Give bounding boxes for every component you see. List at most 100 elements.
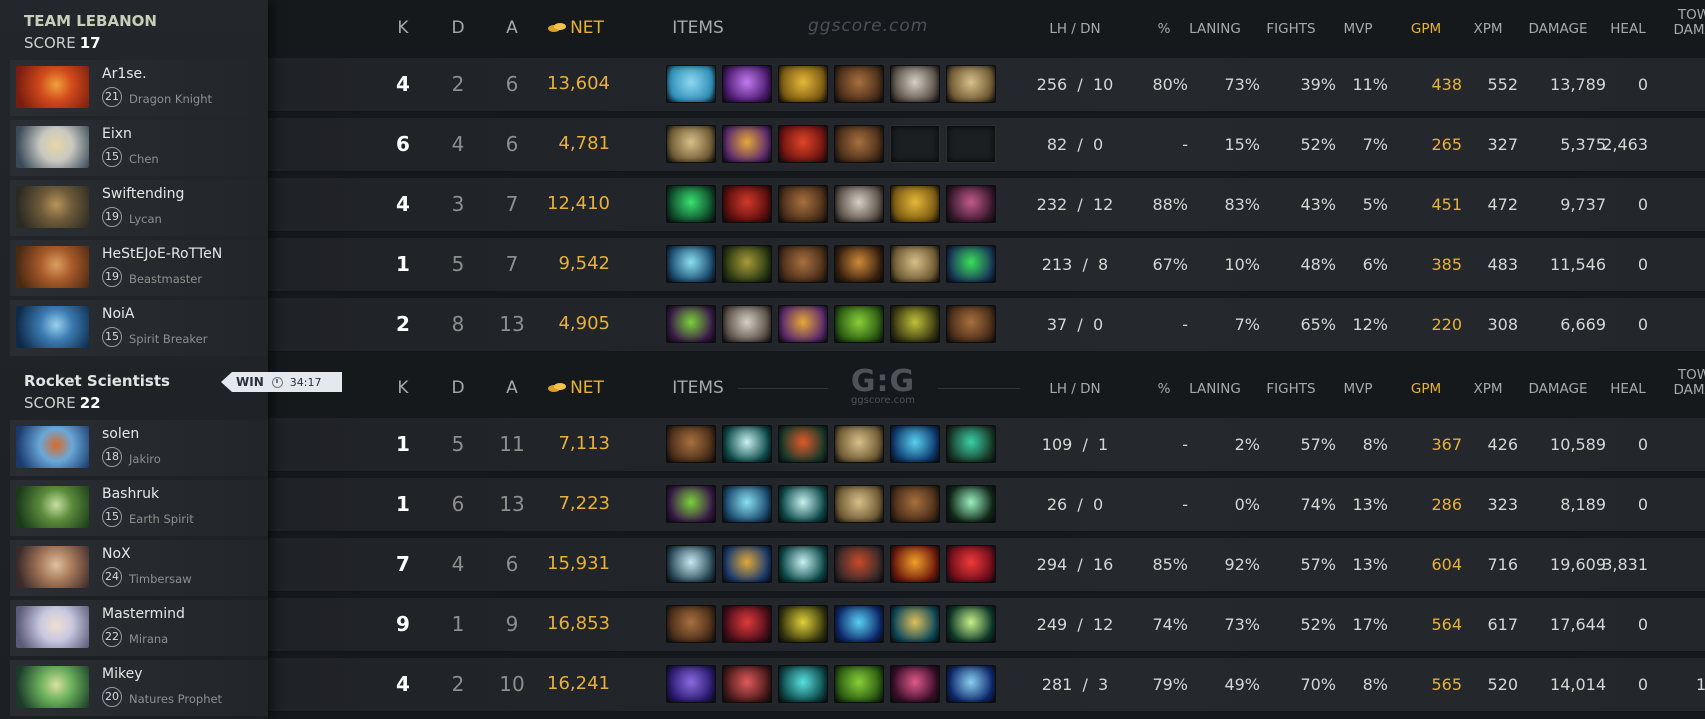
item-icon[interactable] — [834, 665, 884, 703]
player-card[interactable]: solen 18 Jakiro — [10, 420, 268, 476]
tower-damage: 1,598 — [1646, 255, 1705, 274]
item-icon[interactable] — [890, 545, 940, 583]
item-icon[interactable] — [890, 485, 940, 523]
kills: 4 — [396, 192, 410, 216]
item-icon[interactable] — [722, 665, 772, 703]
item-icon[interactable] — [778, 305, 828, 343]
item-icon[interactable] — [666, 305, 716, 343]
item-slots — [666, 305, 1002, 345]
item-icon[interactable] — [834, 485, 884, 523]
hero-portrait — [16, 426, 89, 468]
item-icon[interactable] — [890, 605, 940, 643]
player-card[interactable]: Bashruk 15 Earth Spirit — [10, 480, 268, 536]
item-icon[interactable] — [946, 245, 996, 283]
item-icon[interactable] — [946, 545, 996, 583]
item-icon[interactable] — [778, 125, 828, 163]
player-name[interactable]: Eixn — [102, 126, 132, 142]
last-hits-denies: 26 / 0 — [1020, 495, 1130, 514]
player-name[interactable]: NoiA — [102, 306, 135, 322]
kills: 1 — [396, 252, 410, 276]
denies: 12 — [1092, 195, 1114, 214]
deaths: 5 — [451, 432, 465, 456]
item-icon[interactable] — [722, 425, 772, 463]
item-icon[interactable] — [778, 65, 828, 103]
hero-level-badge: 21 — [102, 87, 122, 107]
item-icon[interactable] — [890, 305, 940, 343]
item-icon[interactable] — [778, 665, 828, 703]
last-hits-denies: 281 / 3 — [1020, 675, 1130, 694]
item-icon[interactable] — [834, 545, 884, 583]
player-name[interactable]: NoX — [102, 546, 131, 562]
player-card[interactable]: Swiftending 19 Lycan — [10, 180, 268, 236]
item-icon[interactable] — [778, 485, 828, 523]
player-card[interactable]: Ar1se. 21 Dragon Knight — [10, 60, 268, 116]
empty-item-slot[interactable] — [946, 125, 996, 163]
item-icon[interactable] — [666, 185, 716, 223]
item-icon[interactable] — [722, 485, 772, 523]
player-name[interactable]: Swiftending — [102, 186, 184, 202]
header-heal: HEAL — [1610, 21, 1646, 37]
item-icon[interactable] — [946, 425, 996, 463]
item-icon[interactable] — [946, 485, 996, 523]
item-icon[interactable] — [666, 545, 716, 583]
item-icon[interactable] — [946, 185, 996, 223]
player-name[interactable]: Mikey — [102, 666, 142, 682]
item-icon[interactable] — [666, 245, 716, 283]
lh-dn-separator: / — [1067, 135, 1093, 154]
item-slots — [666, 425, 1002, 465]
item-icon[interactable] — [666, 665, 716, 703]
item-icon[interactable] — [722, 125, 772, 163]
score-label: SCORE — [24, 394, 76, 412]
last-hits: 213 — [1041, 255, 1073, 274]
item-icon[interactable] — [666, 425, 716, 463]
item-slots — [666, 245, 1002, 285]
item-icon[interactable] — [722, 185, 772, 223]
item-icon[interactable] — [834, 125, 884, 163]
player-name[interactable]: Bashruk — [102, 486, 159, 502]
stats-row: 16137,22326 / 0-0%74%13%2863238,18900 — [268, 478, 1705, 532]
item-icon[interactable] — [722, 305, 772, 343]
item-icon[interactable] — [946, 305, 996, 343]
item-icon[interactable] — [666, 485, 716, 523]
item-icon[interactable] — [666, 605, 716, 643]
player-card[interactable]: NoiA 15 Spirit Breaker — [10, 300, 268, 356]
item-icon[interactable] — [834, 245, 884, 283]
item-icon[interactable] — [890, 665, 940, 703]
item-icon[interactable] — [834, 605, 884, 643]
item-icon[interactable] — [890, 245, 940, 283]
player-name[interactable]: solen — [102, 426, 139, 442]
player-name[interactable]: Mastermind — [102, 606, 185, 622]
item-icon[interactable] — [834, 185, 884, 223]
player-name[interactable]: Ar1se. — [102, 66, 147, 82]
player-card[interactable]: HeStEJoE-RoTTeN 19 Beastmaster — [10, 240, 268, 296]
item-icon[interactable] — [666, 65, 716, 103]
hero-portrait — [16, 186, 89, 228]
item-icon[interactable] — [666, 125, 716, 163]
item-icon[interactable] — [890, 425, 940, 463]
item-icon[interactable] — [946, 665, 996, 703]
item-icon[interactable] — [778, 245, 828, 283]
item-icon[interactable] — [834, 65, 884, 103]
heal: 0 — [1637, 315, 1648, 334]
item-icon[interactable] — [778, 605, 828, 643]
item-icon[interactable] — [834, 425, 884, 463]
player-name[interactable]: HeStEJoE-RoTTeN — [102, 246, 222, 262]
item-icon[interactable] — [946, 605, 996, 643]
item-icon[interactable] — [946, 65, 996, 103]
player-card[interactable]: Mastermind 22 Mirana — [10, 600, 268, 656]
item-icon[interactable] — [722, 545, 772, 583]
team-name: Rocket Scientists — [24, 372, 170, 390]
item-icon[interactable] — [722, 245, 772, 283]
player-card[interactable]: NoX 24 Timbersaw — [10, 540, 268, 596]
item-icon[interactable] — [890, 185, 940, 223]
item-icon[interactable] — [890, 65, 940, 103]
item-icon[interactable] — [722, 605, 772, 643]
item-icon[interactable] — [778, 185, 828, 223]
item-icon[interactable] — [722, 65, 772, 103]
player-card[interactable]: Mikey 20 Natures Prophet — [10, 660, 268, 716]
player-card[interactable]: Eixn 15 Chen — [10, 120, 268, 176]
item-icon[interactable] — [778, 425, 828, 463]
empty-item-slot[interactable] — [890, 125, 940, 163]
item-icon[interactable] — [834, 305, 884, 343]
item-icon[interactable] — [778, 545, 828, 583]
